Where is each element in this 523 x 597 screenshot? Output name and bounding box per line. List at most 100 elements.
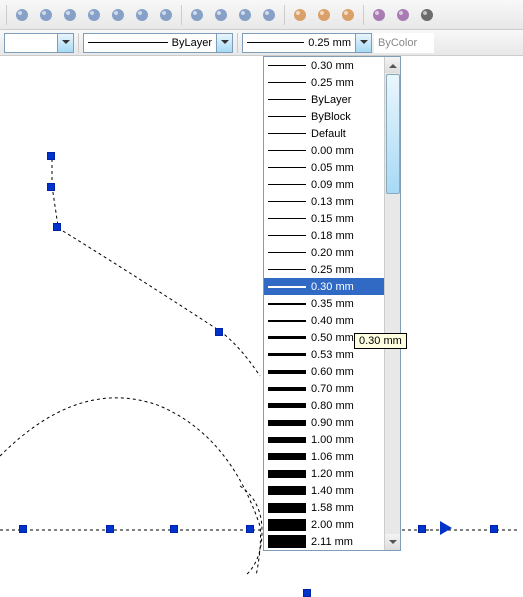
sweep-icon[interactable]	[337, 4, 359, 26]
lineweight-option-label: 0.53 mm	[311, 349, 380, 361]
lineweight-option[interactable]: 0.30 mm	[264, 57, 384, 74]
direction-grip[interactable]	[440, 521, 459, 535]
grip[interactable]	[47, 183, 55, 191]
lineweight-list[interactable]: 0.30 mm 0.25 mm ByLayer ByBlock Default 0.00 …	[264, 57, 384, 550]
lineweight-option-label: 0.30 mm	[311, 281, 380, 293]
scrollbar[interactable]	[384, 57, 400, 550]
lineweight-option[interactable]: 0.09 mm	[264, 176, 384, 193]
lineweight-option[interactable]: 0.90 mm	[264, 414, 384, 431]
lineweight-option[interactable]: 0.25 mm	[264, 261, 384, 278]
polysolid-icon[interactable]	[234, 4, 256, 26]
lineweight-option-label: 0.60 mm	[311, 366, 380, 378]
grip[interactable]	[418, 525, 426, 533]
separator	[6, 5, 7, 25]
lineweight-option[interactable]: ByLayer	[264, 91, 384, 108]
chevron-down-icon[interactable]	[216, 34, 232, 52]
torus-icon[interactable]	[59, 4, 81, 26]
tooltip: 0.30 mm	[354, 333, 407, 349]
lineweight-option[interactable]: 2.11 mm	[264, 533, 384, 550]
grip[interactable]	[170, 525, 178, 533]
ucs-world-icon[interactable]	[392, 4, 414, 26]
lineweight-option-label: 1.40 mm	[311, 485, 380, 497]
lineweight-option[interactable]: 1.06 mm	[264, 448, 384, 465]
separator	[284, 5, 285, 25]
lineweight-option[interactable]: 0.30 mm	[264, 278, 384, 295]
lineweight-option-label: 0.20 mm	[311, 247, 380, 259]
lineweight-option-label: 1.58 mm	[311, 502, 380, 514]
lineweight-option-label: 0.30 mm	[311, 60, 380, 72]
lineweight-option-label: ByBlock	[311, 111, 380, 123]
helix-icon[interactable]	[107, 4, 129, 26]
separator	[237, 33, 238, 53]
lineweight-option-label: 0.35 mm	[311, 298, 380, 310]
lineweight-option[interactable]: 0.13 mm	[264, 193, 384, 210]
lineweight-option[interactable]: 0.05 mm	[264, 159, 384, 176]
box-icon[interactable]	[155, 4, 177, 26]
lineweight-option[interactable]: Default	[264, 125, 384, 142]
extrude-icon[interactable]	[258, 4, 280, 26]
ucs-face-icon[interactable]	[416, 4, 438, 26]
plotstyle-label: ByColor	[378, 37, 417, 49]
lineweight-option-label: 0.05 mm	[311, 162, 380, 174]
lineweight-option-label: 0.90 mm	[311, 417, 380, 429]
lineweight-option[interactable]: 0.60 mm	[264, 363, 384, 380]
sphere-icon[interactable]	[11, 4, 33, 26]
grip[interactable]	[106, 525, 114, 533]
mesh-icon[interactable]	[210, 4, 232, 26]
chevron-down-icon[interactable]	[57, 34, 73, 52]
lineweight-option-label: 0.00 mm	[311, 145, 380, 157]
lineweight-option-label: 0.25 mm	[311, 77, 380, 89]
separator	[363, 5, 364, 25]
plotstyle-combo: ByColor	[374, 33, 434, 53]
separator	[78, 33, 79, 53]
grip[interactable]	[47, 152, 55, 160]
lineweight-option-label: 1.20 mm	[311, 468, 380, 480]
lineweight-label: 0.25 mm	[308, 37, 351, 49]
grip[interactable]	[246, 525, 254, 533]
drawing-area[interactable]	[0, 56, 523, 595]
lineweight-option-label: 2.00 mm	[311, 519, 380, 531]
cone-icon[interactable]	[83, 4, 105, 26]
lineweight-option[interactable]: 0.00 mm	[264, 142, 384, 159]
lineweight-option[interactable]: 1.00 mm	[264, 431, 384, 448]
properties-toolbar: ByLayer 0.25 mm ByColor	[0, 30, 523, 56]
lineweight-option[interactable]: 0.80 mm	[264, 397, 384, 414]
lineweight-option[interactable]: 0.20 mm	[264, 244, 384, 261]
scroll-thumb[interactable]	[386, 74, 400, 194]
linetype-combo[interactable]: ByLayer	[83, 33, 233, 53]
lineweight-option-label: Default	[311, 128, 380, 140]
grip[interactable]	[53, 223, 61, 231]
grip[interactable]	[215, 328, 223, 336]
spring-icon[interactable]	[131, 4, 153, 26]
lineweight-option[interactable]: 1.40 mm	[264, 482, 384, 499]
cylinder-icon[interactable]	[35, 4, 57, 26]
lineweight-option[interactable]: 1.58 mm	[264, 499, 384, 516]
lineweight-option[interactable]: 1.20 mm	[264, 465, 384, 482]
loft-icon[interactable]	[313, 4, 335, 26]
lineweight-option-label: 1.06 mm	[311, 451, 380, 463]
lineweight-option[interactable]: 0.35 mm	[264, 295, 384, 312]
color-combo[interactable]	[4, 33, 74, 53]
scroll-up-icon[interactable]	[385, 57, 400, 73]
ucs-icon[interactable]	[368, 4, 390, 26]
wedge-icon[interactable]	[186, 4, 208, 26]
grip[interactable]	[303, 589, 311, 597]
lineweight-option[interactable]: 0.70 mm	[264, 380, 384, 397]
lineweight-option[interactable]: 0.25 mm	[264, 74, 384, 91]
grip[interactable]	[490, 525, 498, 533]
lineweight-option-label: 0.18 mm	[311, 230, 380, 242]
scroll-down-icon[interactable]	[385, 534, 400, 550]
chevron-down-icon[interactable]	[355, 34, 371, 52]
solids-toolbar	[0, 0, 523, 30]
lineweight-option[interactable]: 0.40 mm	[264, 312, 384, 329]
lineweight-option-label: 0.15 mm	[311, 213, 380, 225]
lineweight-option[interactable]: 0.15 mm	[264, 210, 384, 227]
grip[interactable]	[19, 525, 27, 533]
separator	[181, 5, 182, 25]
lineweight-option[interactable]: 0.18 mm	[264, 227, 384, 244]
lineweight-combo[interactable]: 0.25 mm	[242, 33, 372, 53]
revolve-icon[interactable]	[289, 4, 311, 26]
lineweight-option[interactable]: 2.00 mm	[264, 516, 384, 533]
lineweight-option[interactable]: ByBlock	[264, 108, 384, 125]
lineweight-option-label: 0.40 mm	[311, 315, 380, 327]
